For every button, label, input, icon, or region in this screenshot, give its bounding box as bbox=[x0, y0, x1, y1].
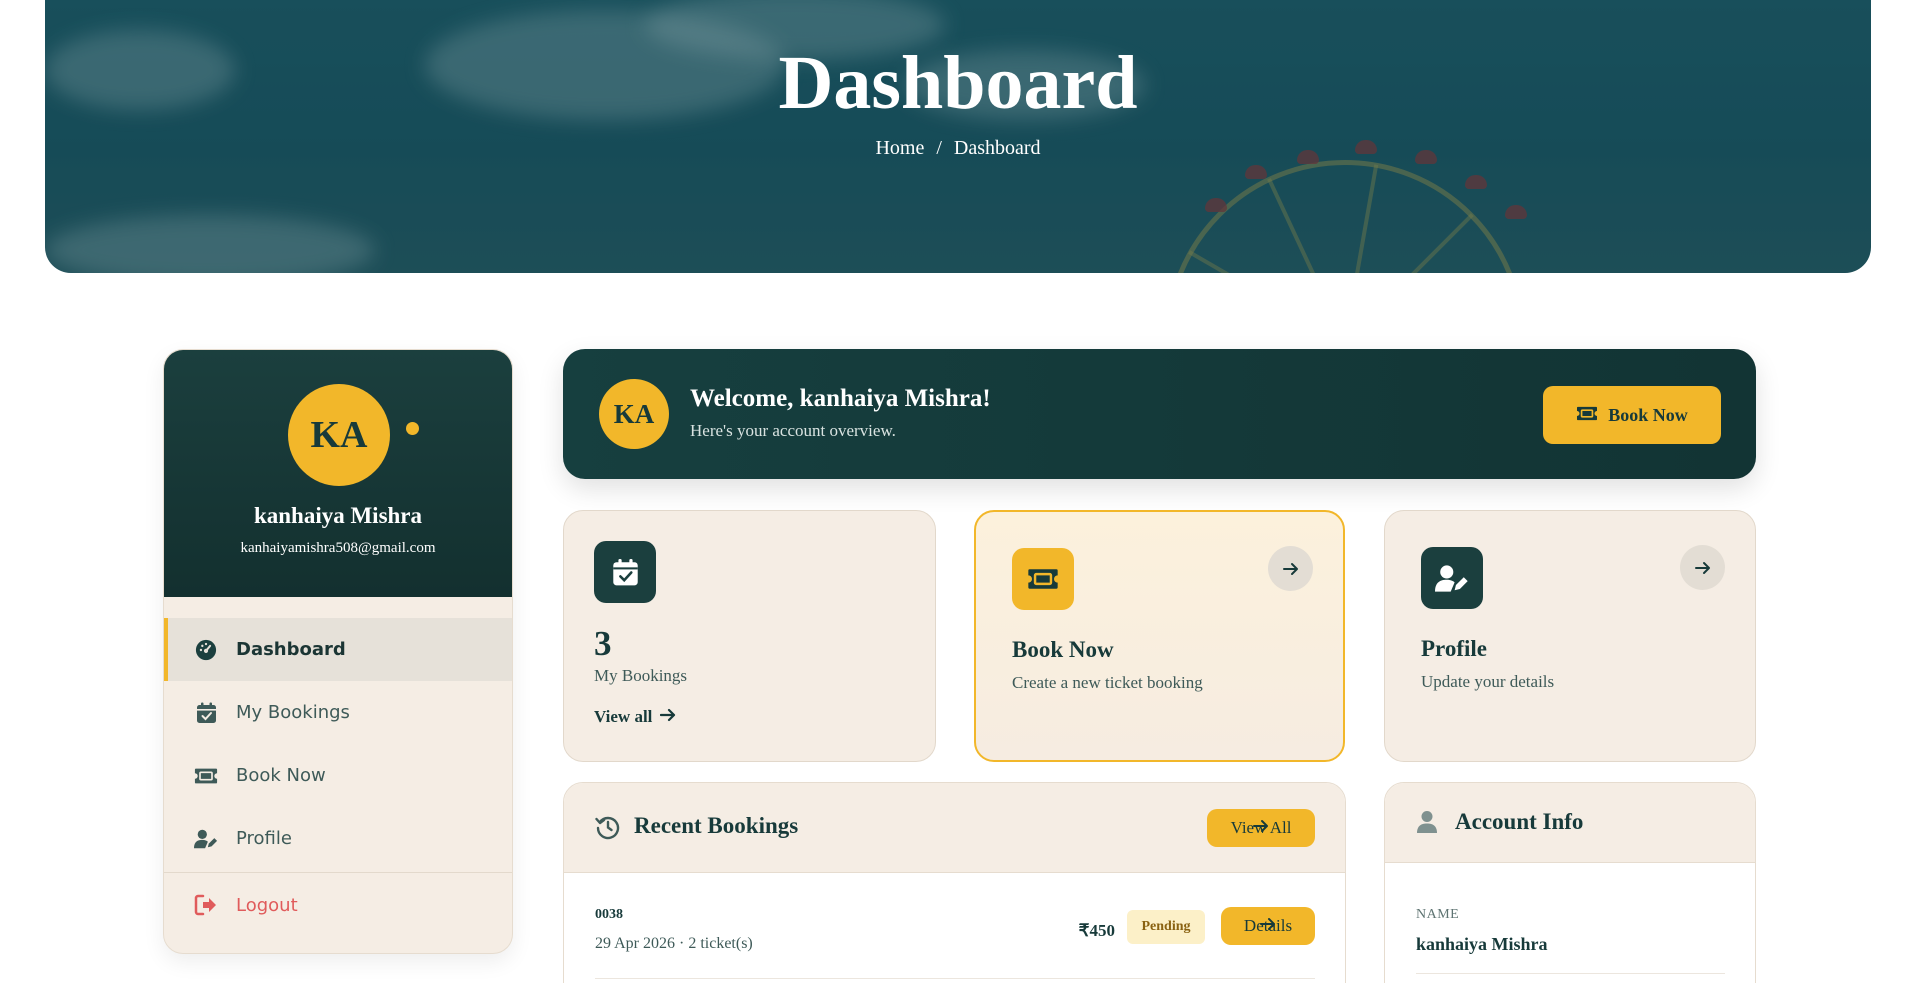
arrow-right-icon bbox=[660, 707, 676, 727]
booking-price: ₹450 bbox=[1078, 921, 1115, 940]
welcome-banner: KA Welcome, kanhaiya Mishra! Here's your… bbox=[563, 349, 1756, 479]
welcome-subtitle: Here's your account overview. bbox=[690, 421, 896, 440]
field-label: NAME bbox=[1416, 907, 1460, 922]
recent-bookings-title: Recent Bookings bbox=[634, 813, 799, 838]
view-all-button[interactable]: View All bbox=[1207, 809, 1315, 847]
sidebar-item-label: Profile bbox=[236, 828, 292, 849]
arrow-right-icon[interactable] bbox=[1268, 546, 1313, 591]
sidebar-user-email: kanhaiyamishra508@gmail.com bbox=[240, 540, 436, 556]
sidebar-item-book-now[interactable]: Book Now bbox=[164, 744, 512, 807]
account-info-panel: Account Info NAME kanhaiya Mishra bbox=[1384, 782, 1756, 983]
ticket-icon bbox=[194, 764, 218, 788]
book-now-card-title: Book Now bbox=[1012, 637, 1114, 662]
user-edit-icon bbox=[1421, 547, 1483, 609]
sidebar-item-logout[interactable]: Logout bbox=[164, 873, 512, 937]
sidebar-item-label: Logout bbox=[236, 894, 298, 916]
avatar: KA bbox=[288, 384, 390, 486]
table-row: 0038 29 Apr 2026 · 2 ticket(s) ₹450 Pend… bbox=[595, 903, 1315, 979]
dashboard-gauge-icon bbox=[194, 638, 218, 662]
ticket-icon bbox=[1012, 548, 1074, 610]
my-bookings-card: 3 My Bookings View all bbox=[563, 510, 936, 762]
sidebar-item-label: Book Now bbox=[236, 765, 326, 786]
profile-card[interactable]: Profile Update your details bbox=[1384, 510, 1756, 762]
sidebar-item-label: My Bookings bbox=[236, 702, 350, 723]
arrow-right-icon bbox=[1260, 916, 1276, 936]
sidebar-item-my-bookings[interactable]: My Bookings bbox=[164, 681, 512, 744]
view-all-link-label: View all bbox=[594, 707, 653, 726]
logout-icon bbox=[194, 893, 218, 917]
sidebar-item-profile[interactable]: Profile bbox=[164, 807, 512, 870]
calendar-check-icon bbox=[194, 701, 218, 725]
account-info-header: Account Info bbox=[1385, 783, 1755, 863]
book-now-card-description: Create a new ticket booking bbox=[1012, 673, 1203, 692]
recent-bookings-header: Recent Bookings View All bbox=[564, 783, 1345, 873]
booking-id: 0038 bbox=[595, 907, 623, 922]
user-icon bbox=[1416, 810, 1438, 838]
recent-bookings-panel: Recent Bookings View All 0038 29 Apr 202… bbox=[563, 782, 1346, 983]
field-divider bbox=[1416, 973, 1725, 974]
breadcrumb-home-link[interactable]: Home bbox=[875, 137, 924, 159]
view-all-bookings-link[interactable]: View all bbox=[594, 707, 676, 727]
profile-card-title: Profile bbox=[1421, 636, 1487, 661]
book-now-button[interactable]: Book Now bbox=[1543, 386, 1721, 444]
breadcrumb-current: Dashboard bbox=[953, 137, 1041, 159]
sidebar-nav: Dashboard My Bookings Book Now Profile L… bbox=[164, 618, 512, 937]
book-now-card[interactable]: Book Now Create a new ticket booking bbox=[974, 510, 1345, 762]
bookings-count: 3 bbox=[594, 624, 612, 663]
arrow-right-icon[interactable] bbox=[1680, 545, 1725, 590]
sidebar-user-name: kanhaiya Mishra bbox=[253, 503, 423, 528]
ticket-icon bbox=[1576, 405, 1598, 426]
profile-card-description: Update your details bbox=[1421, 672, 1555, 691]
booking-meta: 29 Apr 2026 · 2 ticket(s) bbox=[595, 935, 753, 952]
hero-banner: Dashboard Home / Dashboard bbox=[45, 0, 1871, 273]
online-status-dot bbox=[406, 422, 419, 435]
sidebar: KA kanhaiya Mishra kanhaiyamishra508@gma… bbox=[163, 349, 513, 954]
avatar: KA bbox=[599, 379, 669, 449]
calendar-check-icon bbox=[594, 541, 656, 603]
status-badge: Pending bbox=[1127, 910, 1205, 944]
history-icon bbox=[595, 814, 621, 844]
sidebar-item-dashboard[interactable]: Dashboard bbox=[164, 618, 512, 681]
arrow-right-icon bbox=[1253, 818, 1269, 838]
account-info-title: Account Info bbox=[1455, 809, 1584, 834]
bookings-count-label: My Bookings bbox=[594, 666, 688, 685]
sidebar-profile-header: KA kanhaiya Mishra kanhaiyamishra508@gma… bbox=[164, 350, 512, 597]
welcome-title: Welcome, kanhaiya Mishra! bbox=[690, 385, 991, 412]
sidebar-item-label: Dashboard bbox=[236, 639, 346, 660]
breadcrumb-separator: / bbox=[936, 137, 942, 159]
breadcrumb: Home / Dashboard bbox=[45, 137, 1871, 160]
field-value: kanhaiya Mishra bbox=[1416, 934, 1548, 954]
book-now-button-label: Book Now bbox=[1608, 404, 1688, 425]
page-title: Dashboard bbox=[778, 41, 1138, 125]
details-button[interactable]: Details bbox=[1221, 907, 1315, 945]
user-edit-icon bbox=[194, 827, 218, 851]
